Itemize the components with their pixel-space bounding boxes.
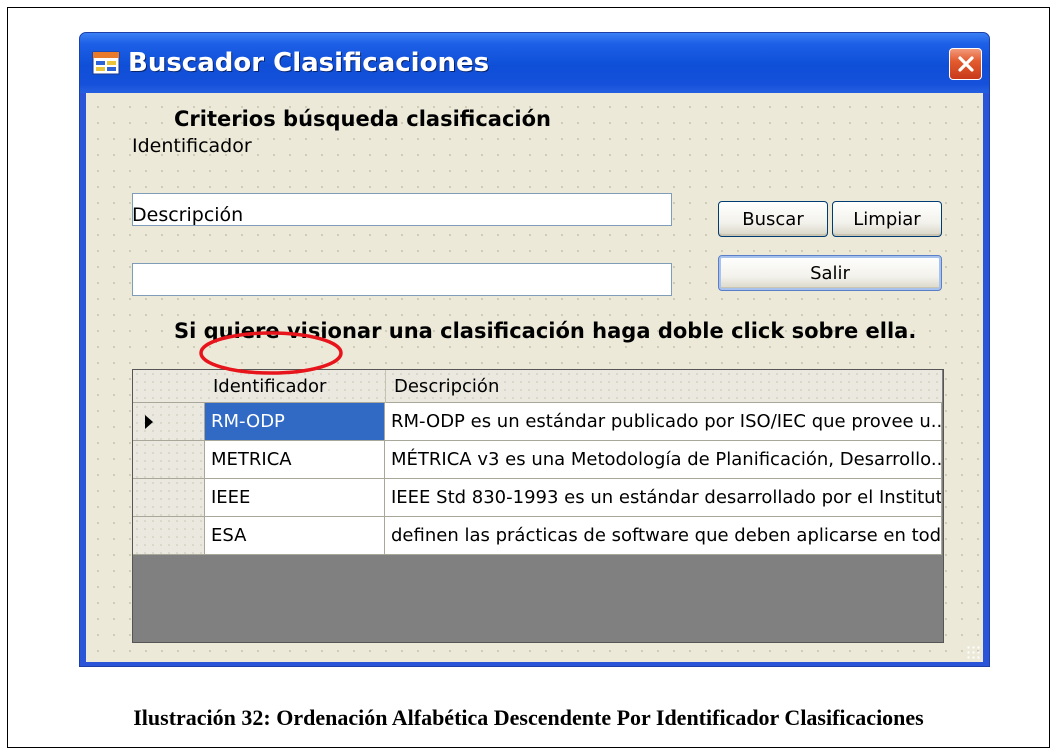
row-descripcion-cell[interactable]: definen las prácticas de software que de… xyxy=(385,517,942,555)
table-row[interactable]: RM-ODP RM-ODP es un estándar publicado p… xyxy=(133,403,942,441)
table-row[interactable]: ESA definen las prácticas de software qu… xyxy=(133,517,942,555)
row-header[interactable] xyxy=(133,403,205,441)
row-descripcion-cell[interactable]: IEEE Std 830-1993 es un estándar desarro… xyxy=(385,479,942,517)
close-button[interactable] xyxy=(949,48,982,80)
close-x-icon xyxy=(957,56,974,72)
buscar-button[interactable]: Buscar xyxy=(718,201,828,237)
figure-caption: Ilustración 32: Ordenación Alfabética De… xyxy=(133,705,924,730)
row-identificador-cell[interactable]: RM-ODP xyxy=(205,403,385,441)
column-header-descripcion[interactable]: Descripción xyxy=(385,370,942,403)
row-header[interactable] xyxy=(133,517,205,555)
row-descripcion-cell[interactable]: MÉTRICA v3 es una Metodología de Planifi… xyxy=(385,441,942,479)
row-header[interactable] xyxy=(133,479,205,517)
window-title: Buscador Clasificaciones xyxy=(128,48,490,78)
window-client-area: Criterios búsqueda clasificación Identif… xyxy=(86,93,983,662)
classifications-grid[interactable]: Identificador Descripción RM-ODP RM-ODP … xyxy=(132,369,944,643)
row-header[interactable] xyxy=(133,441,205,479)
row-identificador-cell[interactable]: ESA xyxy=(205,517,385,555)
form-window-icon xyxy=(92,51,120,75)
identificador-label: Identificador xyxy=(132,135,252,157)
current-row-arrow-icon xyxy=(145,415,153,429)
row-identificador-cell[interactable]: METRICA xyxy=(205,441,385,479)
table-row[interactable]: IEEE IEEE Std 830-1993 es un estándar de… xyxy=(133,479,942,517)
row-identificador-cell[interactable]: IEEE xyxy=(205,479,385,517)
descripcion-input[interactable] xyxy=(132,263,672,296)
table-row[interactable]: METRICA MÉTRICA v3 es una Metodología de… xyxy=(133,441,942,479)
salir-button[interactable]: Salir xyxy=(718,255,942,291)
limpiar-button[interactable]: Limpiar xyxy=(832,201,942,237)
descripcion-label: Descripción xyxy=(132,204,244,226)
search-criteria-heading: Criterios búsqueda clasificación xyxy=(174,107,551,131)
highlight-ellipse xyxy=(199,331,343,375)
resize-grip-icon[interactable] xyxy=(966,645,980,659)
title-bar[interactable]: Buscador Clasificaciones xyxy=(80,33,989,93)
row-descripcion-cell[interactable]: RM-ODP es un estándar publicado por ISO/… xyxy=(385,403,942,441)
